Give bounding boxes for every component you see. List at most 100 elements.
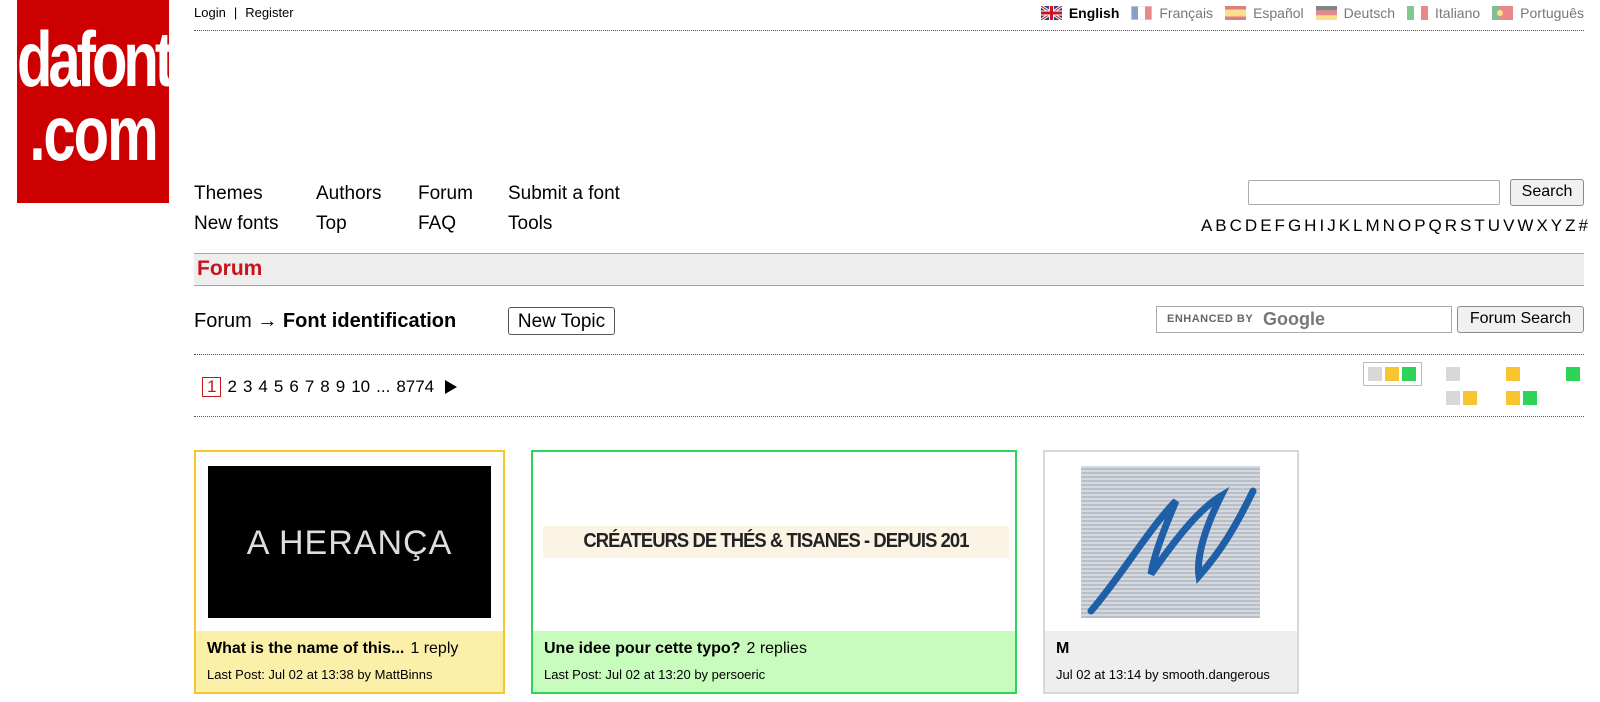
filter-identified[interactable]	[1566, 367, 1580, 381]
page-link[interactable]: 4	[258, 377, 267, 397]
topic-replies: 1 reply	[410, 640, 459, 657]
forum-search-button[interactable]: Forum Search	[1457, 306, 1584, 333]
divider	[194, 416, 1584, 417]
page-link[interactable]: 5	[274, 377, 283, 397]
topic-card[interactable]: CRÉATEURS DE THÉS & TISANES - DEPUIS 201…	[531, 450, 1017, 694]
filter-yellow-green-b[interactable]	[1523, 391, 1537, 405]
page-last[interactable]: 8774	[396, 377, 434, 397]
topic-title[interactable]: M	[1056, 640, 1069, 657]
alphabet-letter[interactable]: G	[1288, 216, 1301, 236]
google-logo: Google	[1263, 309, 1325, 329]
alphabet-letter[interactable]: L	[1353, 216, 1362, 236]
register-link[interactable]: Register	[245, 5, 293, 20]
alphabet-letter[interactable]: K	[1339, 216, 1350, 236]
top-divider	[194, 30, 1584, 31]
topic-card[interactable]: M Jul 02 at 13:14 by smooth.dangerous	[1043, 450, 1299, 694]
language-selector: English Français Español Deutsch Italian…	[1040, 5, 1584, 21]
alphabet-letter[interactable]: #	[1579, 216, 1588, 236]
page-link[interactable]: 8	[320, 377, 329, 397]
page-link[interactable]: 9	[336, 377, 345, 397]
alphabet-letter[interactable]: Z	[1565, 216, 1575, 236]
alphabet-letter[interactable]: O	[1398, 216, 1411, 236]
nav-new-fonts[interactable]: New fonts	[194, 213, 278, 235]
nav-faq[interactable]: FAQ	[418, 213, 456, 235]
filter-all-status[interactable]	[1363, 362, 1422, 386]
topic-image[interactable]	[1081, 466, 1260, 618]
alphabet-letter[interactable]: Q	[1429, 216, 1442, 236]
language-portugues[interactable]: Português	[1492, 5, 1584, 21]
filter-gray-yellow-b[interactable]	[1463, 391, 1477, 405]
page-link[interactable]: 7	[305, 377, 314, 397]
alphabet-letter[interactable]: W	[1517, 216, 1533, 236]
language-label: Português	[1520, 5, 1584, 21]
alphabet-letter[interactable]: P	[1414, 216, 1425, 236]
nav-forum[interactable]: Forum	[418, 183, 473, 205]
flag-spain-icon	[1225, 6, 1247, 20]
topic-footer: M Jul 02 at 13:14 by smooth.dangerous	[1045, 631, 1297, 692]
search-button[interactable]: Search	[1510, 179, 1584, 206]
alphabet-letter[interactable]: H	[1304, 216, 1316, 236]
login-link[interactable]: Login	[194, 5, 226, 20]
page-link[interactable]: 6	[289, 377, 298, 397]
alphabet-letter[interactable]: E	[1260, 216, 1271, 236]
language-label: Français	[1159, 5, 1214, 21]
topic-last-post: Jul 02 at 13:14 by smooth.dangerous	[1056, 667, 1270, 682]
alphabet-letter[interactable]: F	[1275, 216, 1285, 236]
language-italiano[interactable]: Italiano	[1407, 5, 1480, 21]
topic-title[interactable]: Une idee pour cette typo?	[544, 640, 740, 657]
alphabet-letter[interactable]: T	[1474, 216, 1484, 236]
filter-unanswered[interactable]	[1446, 367, 1460, 381]
topic-replies: 2 replies	[746, 640, 807, 657]
search-input[interactable]	[1248, 180, 1500, 205]
nav-tools[interactable]: Tools	[508, 213, 552, 235]
alphabet-letter[interactable]: D	[1245, 216, 1257, 236]
alphabet-letter[interactable]: M	[1366, 216, 1380, 236]
language-espanol[interactable]: Español	[1225, 5, 1304, 21]
topic-image-text: CRÉATEURS DE THÉS & TISANES - DEPUIS 201	[583, 530, 969, 552]
new-topic-button[interactable]: New Topic	[508, 307, 615, 335]
alphabet-letter[interactable]: Y	[1551, 216, 1562, 236]
topic-image-text: A HERANÇA	[246, 524, 453, 562]
alphabet-letter[interactable]: R	[1445, 216, 1457, 236]
nav-top[interactable]: Top	[316, 213, 347, 235]
page-current[interactable]: 1	[202, 377, 222, 397]
page-link[interactable]: 2	[227, 377, 236, 397]
topic-title[interactable]: What is the name of this...	[207, 640, 404, 657]
alphabet-letter[interactable]: C	[1230, 216, 1242, 236]
alphabet-letter[interactable]: N	[1383, 216, 1395, 236]
page-link[interactable]: 10	[351, 377, 370, 397]
flag-portugal-icon	[1492, 6, 1514, 20]
language-english[interactable]: English	[1040, 5, 1120, 21]
topic-image[interactable]: A HERANÇA	[208, 466, 491, 618]
topic-image[interactable]: CRÉATEURS DE THÉS & TISANES - DEPUIS 201	[543, 526, 1009, 558]
script-m-icon	[1087, 486, 1257, 615]
breadcrumb-root[interactable]: Forum	[194, 310, 252, 332]
flag-italy-icon	[1407, 6, 1429, 20]
language-francais[interactable]: Français	[1131, 5, 1213, 21]
filter-replied[interactable]	[1506, 367, 1520, 381]
alphabet-letter[interactable]: X	[1536, 216, 1547, 236]
language-label: English	[1068, 5, 1120, 21]
nav-themes[interactable]: Themes	[194, 183, 263, 205]
divider	[194, 354, 1584, 355]
breadcrumb: Forum → Font identification	[194, 310, 456, 333]
topic-card[interactable]: A HERANÇA What is the name of this... 1 r…	[194, 450, 505, 694]
alphabet-letter[interactable]: A	[1201, 216, 1212, 236]
alphabet-letter[interactable]: S	[1460, 216, 1471, 236]
nav-authors[interactable]: Authors	[316, 183, 381, 205]
alphabet-letter[interactable]: B	[1215, 216, 1226, 236]
breadcrumb-current: Font identification	[282, 310, 457, 332]
filter-yellow-green-a[interactable]	[1506, 391, 1520, 405]
language-label: Italiano	[1435, 5, 1481, 21]
filter-gray-yellow-a[interactable]	[1446, 391, 1460, 405]
nav-submit-font[interactable]: Submit a font	[508, 183, 620, 205]
alphabet-letter[interactable]: I	[1319, 216, 1324, 236]
alphabet-letter[interactable]: U	[1488, 216, 1500, 236]
page-link[interactable]: 3	[243, 377, 252, 397]
alphabet-letter[interactable]: V	[1503, 216, 1514, 236]
forum-search-input[interactable]: ENHANCED BY Google	[1156, 306, 1452, 333]
next-arrow-icon[interactable]	[444, 379, 458, 395]
language-deutsch[interactable]: Deutsch	[1315, 5, 1395, 21]
dafont-logo[interactable]: dafont .com	[17, 0, 174, 203]
alphabet-letter[interactable]: J	[1327, 216, 1336, 236]
